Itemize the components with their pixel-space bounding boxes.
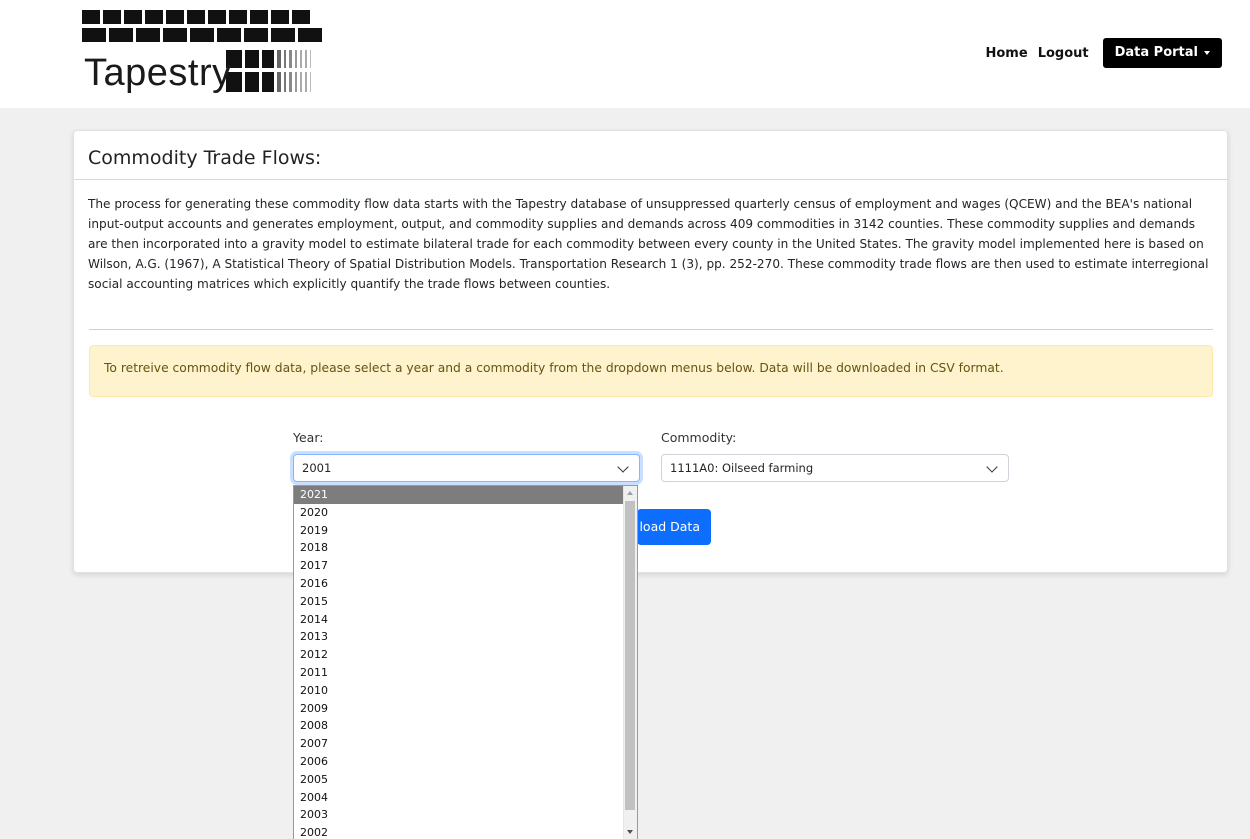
section-divider <box>89 329 1213 330</box>
commodity-label: Commodity: <box>661 430 737 445</box>
year-option-2004[interactable]: 2004 <box>294 789 624 807</box>
logo-pattern-row-4 <box>226 72 311 92</box>
logo-pattern-row-1 <box>82 10 310 24</box>
year-option-2021[interactable]: 2021 <box>294 486 624 504</box>
title-divider <box>74 179 1227 180</box>
year-option-2011[interactable]: 2011 <box>294 664 624 682</box>
chevron-down-icon <box>986 461 998 473</box>
year-option-2003[interactable]: 2003 <box>294 806 624 824</box>
year-option-2018[interactable]: 2018 <box>294 539 624 557</box>
year-option-2002[interactable]: 2002 <box>294 824 624 839</box>
year-option-2006[interactable]: 2006 <box>294 753 624 771</box>
nav-logout-link[interactable]: Logout <box>1038 46 1089 61</box>
year-select-value: 2001 <box>302 461 332 475</box>
year-label: Year: <box>293 430 324 445</box>
tapestry-logo[interactable]: Tapestry <box>80 8 342 96</box>
year-options: 2021 2020 2019 2018 2017 2016 2015 2014 2013 2012… <box>294 486 637 839</box>
caret-down-icon <box>1204 50 1210 55</box>
logo-text: Tapestry <box>84 52 232 94</box>
commodity-select[interactable]: 1111A0: Oilseed farming <box>661 454 1009 482</box>
year-option-2015[interactable]: 2015 <box>294 593 624 611</box>
logo-pattern-row-2 <box>82 28 322 42</box>
scroll-up-arrow-icon[interactable] <box>627 491 633 495</box>
year-option-2009[interactable]: 2009 <box>294 700 624 718</box>
commodity-trade-flows-card: Commodity Trade Flows: The process for g… <box>73 130 1228 573</box>
data-portal-label: Data Portal <box>1114 45 1198 60</box>
main-nav: Home Logout Data Portal <box>986 38 1222 68</box>
year-dropdown-list[interactable]: 2021 2020 2019 2018 2017 2016 2015 2014 2013 2012… <box>293 485 638 839</box>
year-option-2014[interactable]: 2014 <box>294 611 624 629</box>
year-option-2010[interactable]: 2010 <box>294 682 624 700</box>
year-option-2019[interactable]: 2019 <box>294 522 624 540</box>
year-option-2008[interactable]: 2008 <box>294 717 624 735</box>
chevron-down-icon <box>617 461 629 473</box>
page-title: Commodity Trade Flows: <box>88 147 322 169</box>
scroll-down-arrow-icon[interactable] <box>627 830 633 834</box>
instructions-alert: To retreive commodity flow data, please … <box>89 345 1213 397</box>
year-option-2016[interactable]: 2016 <box>294 575 624 593</box>
top-navbar: Tapestry Home Logout Data Portal <box>0 0 1250 108</box>
download-data-button[interactable]: load Data <box>637 509 711 545</box>
year-option-2017[interactable]: 2017 <box>294 557 624 575</box>
year-option-2007[interactable]: 2007 <box>294 735 624 753</box>
year-option-2005[interactable]: 2005 <box>294 771 624 789</box>
description-text: The process for generating these commodi… <box>88 197 1209 291</box>
year-option-2020[interactable]: 2020 <box>294 504 624 522</box>
dropdown-scrollbar[interactable] <box>623 486 637 839</box>
commodity-select-value: 1111A0: Oilseed farming <box>670 461 814 475</box>
nav-home-link[interactable]: Home <box>986 46 1028 61</box>
data-portal-dropdown-button[interactable]: Data Portal <box>1102 38 1222 68</box>
scrollbar-thumb[interactable] <box>625 501 635 810</box>
year-select[interactable]: 2001 <box>293 454 640 482</box>
year-option-2012[interactable]: 2012 <box>294 646 624 664</box>
year-option-2013[interactable]: 2013 <box>294 628 624 646</box>
logo-pattern-row-3 <box>226 50 311 68</box>
